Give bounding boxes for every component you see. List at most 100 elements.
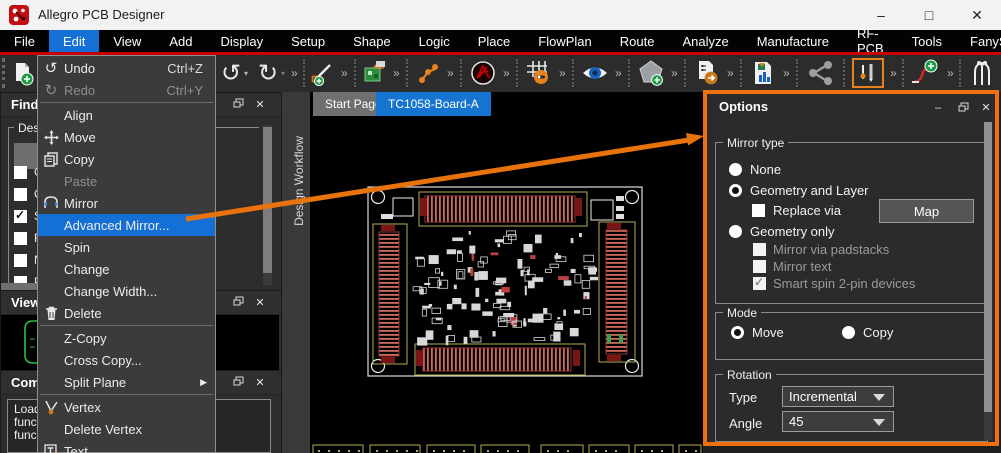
options-scrollbar-thumb[interactable] [984, 122, 992, 412]
radio-geometry-only[interactable] [729, 225, 742, 238]
find-checkbox-3[interactable] [14, 232, 27, 245]
menu-shape[interactable]: Shape [339, 30, 405, 52]
toolbar-overflow[interactable]: » [393, 64, 400, 82]
find-vscrollbar-thumb[interactable] [263, 127, 272, 273]
add-line-icon[interactable] [308, 58, 338, 88]
visibility-eye-icon[interactable] [580, 58, 610, 88]
menu-view[interactable]: View [99, 30, 155, 52]
rotation-type-select[interactable]: Incremental [782, 386, 894, 407]
new-drawing-icon[interactable] [8, 58, 38, 88]
close-panel-icon[interactable]: ✕ [251, 97, 269, 113]
menu-item-move[interactable]: Move [38, 126, 215, 148]
menu-edit[interactable]: Edit [49, 30, 99, 52]
find-checkbox-1[interactable] [14, 188, 27, 201]
menu-manufacture[interactable]: Manufacture [743, 30, 843, 52]
toolbar-overflow[interactable]: » [341, 64, 348, 82]
menu-item-split-plane[interactable]: Split Plane ▶ [38, 371, 215, 393]
menu-item-advanced-mirror[interactable]: Advanced Mirror... [38, 214, 215, 236]
radio-copy-label[interactable]: Copy [863, 325, 893, 340]
toolbar-overflow[interactable]: » [947, 64, 954, 82]
menu-rfpcb[interactable]: RF-PCB [843, 30, 898, 52]
close-panel-icon[interactable]: ✕ [251, 295, 269, 311]
reports-icon[interactable] [748, 58, 778, 88]
checkbox-replace-via[interactable] [752, 204, 765, 217]
find-checkbox-2[interactable] [14, 210, 27, 223]
menu-item-cross-copy[interactable]: Cross Copy... [38, 349, 215, 371]
menu-item-mirror[interactable]: Mirror [38, 192, 215, 214]
route-icon[interactable] [414, 58, 444, 88]
menu-add[interactable]: Add [155, 30, 206, 52]
toolbar-overflow[interactable]: » [559, 64, 566, 82]
radio-geometry-and-layer-label[interactable]: Geometry and Layer [750, 183, 869, 198]
menu-item-z-copy[interactable]: Z-Copy [38, 327, 215, 349]
float-panel-icon[interactable] [954, 101, 972, 117]
menu-analyze[interactable]: Analyze [668, 30, 742, 52]
float-panel-icon[interactable] [229, 295, 247, 311]
menu-item-delete-vertex[interactable]: Delete Vertex [38, 418, 215, 440]
find-checkbox-4[interactable] [14, 254, 27, 267]
design-canvas[interactable]: Start Page TC1058-Board-A [310, 92, 703, 453]
toolbar-overflow[interactable]: » [671, 64, 678, 82]
checkbox-replace-via-label[interactable]: Replace via [773, 203, 841, 218]
grid-icon[interactable] [524, 58, 554, 88]
radio-move-label[interactable]: Move [752, 325, 784, 340]
close-button[interactable]: ✕ [955, 0, 999, 30]
menu-item-delete[interactable]: Delete [38, 302, 215, 324]
menu-setup[interactable]: Setup [277, 30, 339, 52]
menu-tools[interactable]: Tools [898, 30, 956, 52]
maximize-button[interactable]: □ [907, 0, 951, 30]
rotation-angle-select[interactable]: 45 [782, 411, 894, 432]
pcb-board-icon[interactable] [360, 58, 390, 88]
redo-icon[interactable]: ↻ [253, 58, 283, 88]
shape-add-icon[interactable] [636, 58, 666, 88]
close-panel-icon[interactable]: ✕ [251, 375, 269, 391]
design-workflow-tab[interactable]: Design Workflow [281, 92, 311, 453]
redo-dropdown-icon[interactable]: ▾ [281, 69, 285, 78]
minimize-panel-icon[interactable]: – [929, 100, 947, 116]
menu-item-change-width[interactable]: Change Width... [38, 280, 215, 302]
menu-place[interactable]: Place [464, 30, 525, 52]
undo-dropdown-icon[interactable]: ▾ [244, 69, 248, 78]
undo-icon[interactable]: ↺ [216, 58, 246, 88]
fanout-icon[interactable] [967, 58, 997, 88]
radio-none-label[interactable]: None [750, 162, 781, 177]
map-button[interactable]: Map [879, 199, 974, 223]
toolbar-overflow[interactable]: » [615, 64, 622, 82]
radio-copy[interactable] [842, 326, 855, 339]
tab-board[interactable]: TC1058-Board-A [376, 92, 491, 116]
menu-file[interactable]: File [0, 30, 49, 52]
close-panel-icon[interactable]: ✕ [977, 100, 995, 116]
menu-fanyskill[interactable]: FanySkill [956, 30, 1001, 52]
allegro-logo-icon[interactable] [468, 58, 498, 88]
menu-display[interactable]: Display [206, 30, 277, 52]
menu-item-vertex[interactable]: Vertex [38, 396, 215, 418]
toolbar-overflow[interactable]: » [783, 64, 790, 82]
radio-geometry-and-layer[interactable] [729, 184, 742, 197]
export-icon[interactable] [692, 58, 722, 88]
float-panel-icon[interactable] [229, 375, 247, 391]
float-panel-icon[interactable] [229, 97, 247, 113]
menu-item-undo[interactable]: ↺ UndoCtrl+Z [38, 57, 215, 79]
menu-route[interactable]: Route [606, 30, 669, 52]
menu-item-spin[interactable]: Spin [38, 236, 215, 258]
menu-item-copy[interactable]: Copy [38, 148, 215, 170]
toolbar-overflow[interactable]: » [291, 64, 298, 82]
toolbar-overflow[interactable]: » [727, 64, 734, 82]
radio-none[interactable] [729, 163, 742, 176]
find-checkbox-0[interactable] [14, 166, 27, 179]
radio-geometry-only-label[interactable]: Geometry only [750, 224, 835, 239]
share-icon[interactable] [806, 58, 836, 88]
find-vscrollbar[interactable] [263, 125, 272, 285]
menu-item-align[interactable]: Align [38, 104, 215, 126]
options-scrollbar[interactable] [984, 122, 992, 440]
toolbar-overflow[interactable]: » [447, 64, 454, 82]
add-connect-icon[interactable] [910, 58, 940, 88]
menu-flowplan[interactable]: FlowPlan [524, 30, 605, 52]
menu-item-text[interactable]: Text [38, 440, 215, 453]
options-tool-icon[interactable] [852, 58, 884, 88]
menu-item-change[interactable]: Change [38, 258, 215, 280]
radio-move[interactable] [731, 326, 744, 339]
toolbar-overflow[interactable]: » [890, 64, 897, 82]
menu-logic[interactable]: Logic [405, 30, 464, 52]
toolbar-overflow[interactable]: » [503, 64, 510, 82]
